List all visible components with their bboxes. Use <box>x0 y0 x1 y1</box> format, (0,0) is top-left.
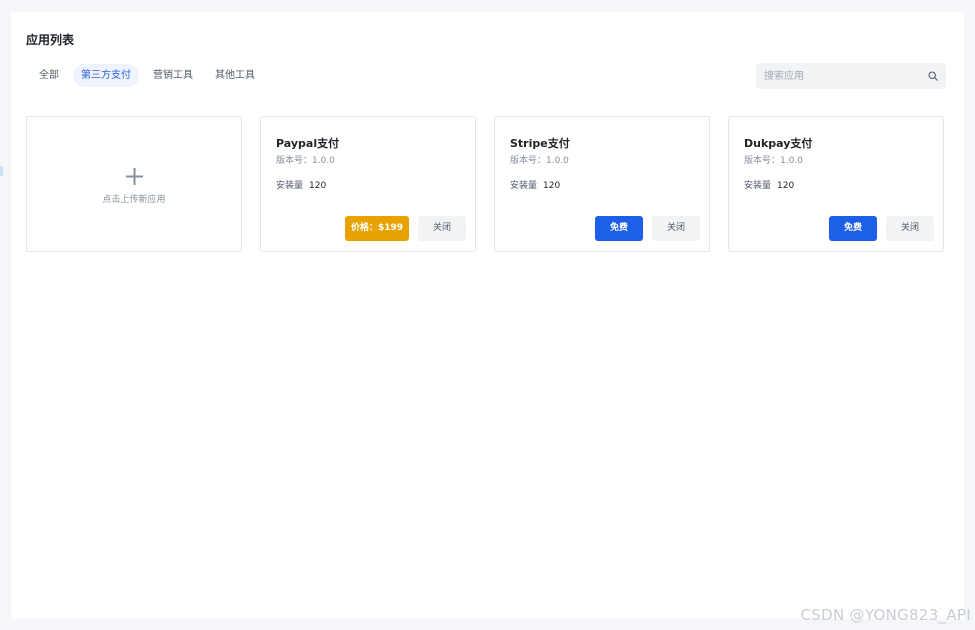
install-label: 安装量 <box>276 181 304 191</box>
app-card-dukpay: Dukpay支付 版本号：1.0.0 安装量 120 免费 关闭 <box>728 116 944 252</box>
install-count-row: 安装量 120 <box>744 178 794 191</box>
tab-all[interactable]: 全部 <box>31 64 67 87</box>
page-title: 应用列表 <box>26 33 75 47</box>
upload-app-card[interactable]: 点击上传新应用 <box>26 116 242 252</box>
install-count: 120 <box>777 181 795 191</box>
search-icon[interactable] <box>928 71 938 81</box>
main-panel: 应用列表 全部 第三方支付 营销工具 其他工具 点击上传新应用 Paypal支付… <box>11 12 964 619</box>
app-version: 版本号：1.0.0 <box>744 156 803 166</box>
tab-other-tools[interactable]: 其他工具 <box>207 64 263 87</box>
side-marker <box>0 166 3 176</box>
tab-marketing-tools[interactable]: 营销工具 <box>145 64 201 87</box>
app-name: Stripe支付 <box>510 137 570 150</box>
close-button[interactable]: 关闭 <box>418 216 466 241</box>
tab-third-party-payment[interactable]: 第三方支付 <box>73 64 139 87</box>
search-box <box>756 63 946 89</box>
app-name: Dukpay支付 <box>744 137 813 150</box>
plus-icon <box>126 168 143 185</box>
app-card-stripe: Stripe支付 版本号：1.0.0 安装量 120 免费 关闭 <box>494 116 710 252</box>
install-count-row: 安装量 120 <box>510 178 560 191</box>
install-count: 120 <box>309 181 327 191</box>
app-card-paypal: Paypal支付 版本号：1.0.0 安装量 120 价格：$199 关闭 <box>260 116 476 252</box>
free-button[interactable]: 免费 <box>595 216 643 241</box>
price-button[interactable]: 价格：$199 <box>345 216 409 241</box>
app-version: 版本号：1.0.0 <box>510 156 569 166</box>
close-button[interactable]: 关闭 <box>886 216 934 241</box>
app-name: Paypal支付 <box>276 137 340 150</box>
upload-label: 点击上传新应用 <box>102 195 166 205</box>
category-tabs: 全部 第三方支付 营销工具 其他工具 <box>31 64 269 87</box>
install-label: 安装量 <box>510 181 538 191</box>
app-version: 版本号：1.0.0 <box>276 156 335 166</box>
close-button[interactable]: 关闭 <box>652 216 700 241</box>
install-count-row: 安装量 120 <box>276 178 326 191</box>
watermark: CSDN @YONG823_API <box>800 606 971 624</box>
free-button[interactable]: 免费 <box>829 216 877 241</box>
install-count: 120 <box>543 181 561 191</box>
search-input[interactable] <box>764 68 924 84</box>
install-label: 安装量 <box>744 181 772 191</box>
